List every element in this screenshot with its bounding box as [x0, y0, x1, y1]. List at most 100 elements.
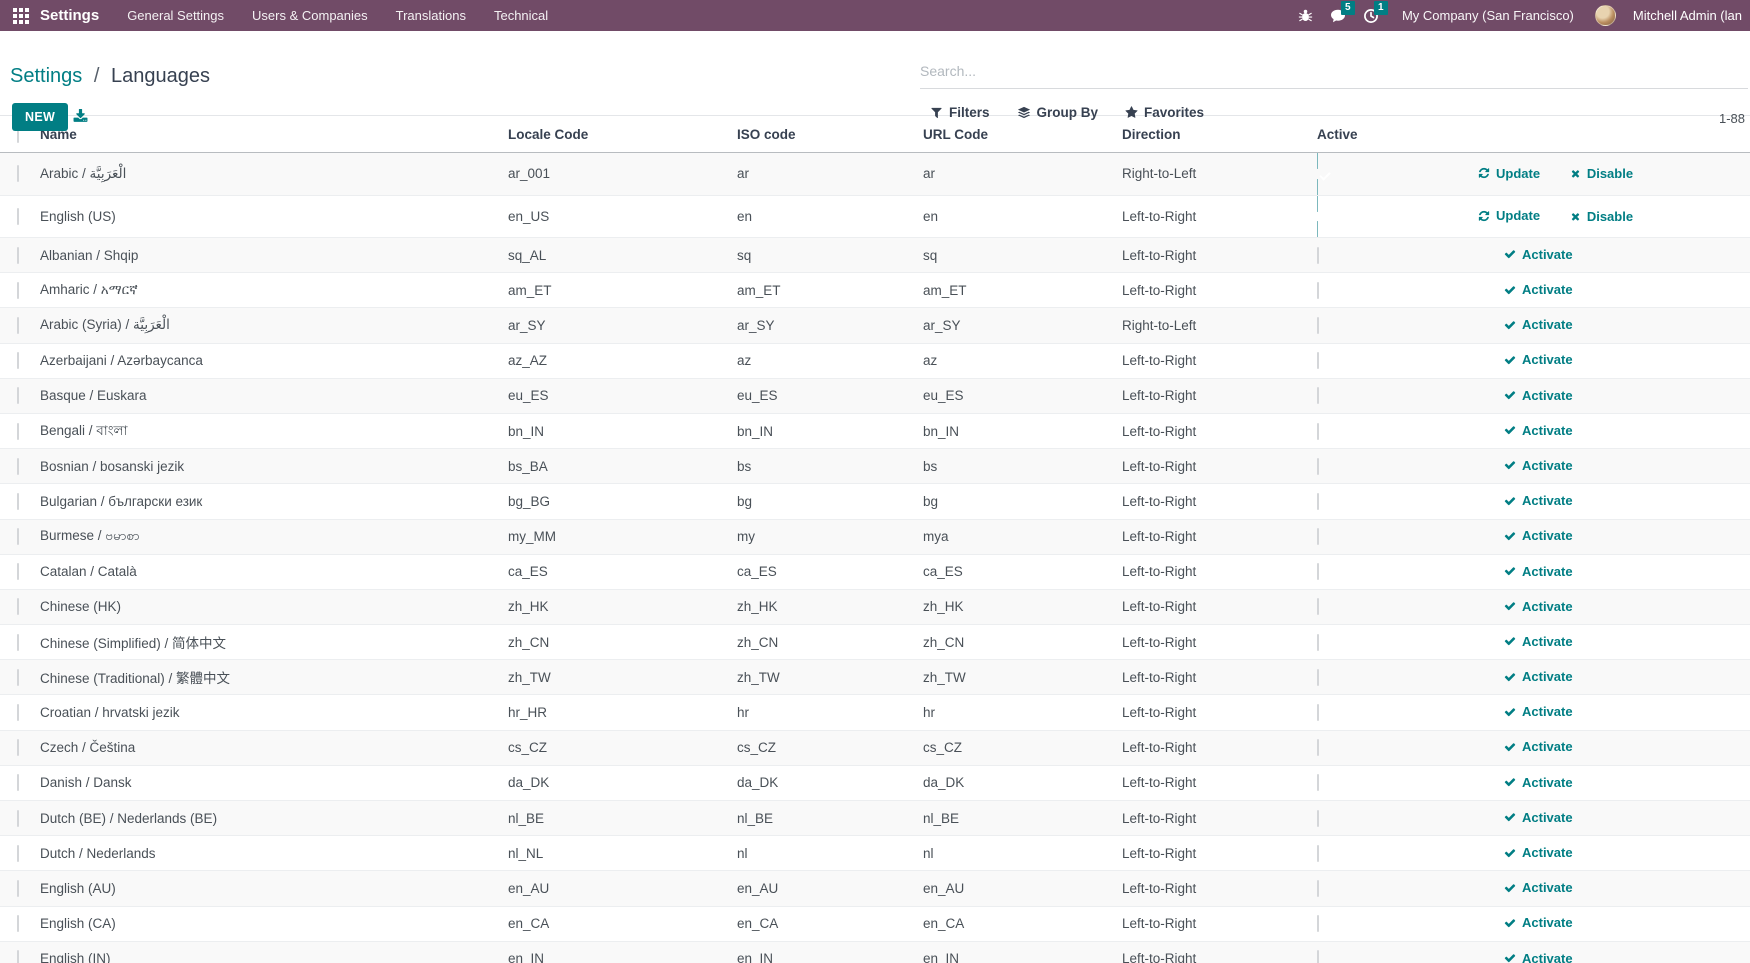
activate-button[interactable]: Activate: [1504, 352, 1573, 367]
table-row[interactable]: English (US) en_US en en Left-to-Right U…: [0, 195, 1750, 238]
url-code-cell[interactable]: ar_SY: [923, 308, 1122, 344]
direction-cell[interactable]: Left-to-Right: [1122, 344, 1317, 379]
iso-code-cell[interactable]: am_ET: [737, 273, 923, 309]
locale-code-cell[interactable]: am_ET: [508, 273, 737, 309]
menu-users-companies[interactable]: Users & Companies: [252, 8, 368, 23]
row-select-checkbox[interactable]: [17, 528, 19, 546]
active-cell[interactable]: [1317, 730, 1460, 766]
language-name-cell[interactable]: Albanian / Shqip: [40, 238, 508, 274]
url-code-cell[interactable]: zh_TW: [923, 660, 1122, 696]
row-select-cell[interactable]: [0, 196, 40, 238]
url-code-cell[interactable]: eu_ES: [923, 378, 1122, 414]
iso-code-cell[interactable]: da_DK: [737, 766, 923, 801]
active-cell[interactable]: [1317, 378, 1460, 414]
url-code-cell[interactable]: nl: [923, 836, 1122, 872]
active-checkbox[interactable]: [1317, 457, 1319, 475]
row-select-checkbox[interactable]: [17, 207, 19, 225]
row-select-cell[interactable]: [0, 555, 40, 590]
direction-cell[interactable]: Left-to-Right: [1122, 941, 1317, 963]
iso-code-cell[interactable]: ar: [737, 153, 923, 196]
url-code-cell[interactable]: en: [923, 196, 1122, 238]
active-checkbox[interactable]: [1317, 633, 1319, 651]
active-checkbox[interactable]: [1317, 950, 1319, 963]
active-checkbox[interactable]: [1317, 492, 1319, 510]
avatar[interactable]: [1594, 5, 1616, 26]
table-row[interactable]: Danish / Dansk da_DK da_DK da_DK Left-to…: [0, 766, 1750, 801]
user-menu[interactable]: Mitchell Admin (lan: [1633, 8, 1742, 23]
row-select-checkbox[interactable]: [17, 633, 19, 651]
locale-code-cell[interactable]: zh_CN: [508, 625, 737, 661]
locale-code-cell[interactable]: sq_AL: [508, 238, 737, 274]
table-row[interactable]: Dutch / Nederlands nl_NL nl nl Left-to-R…: [0, 836, 1750, 872]
language-name-cell[interactable]: Croatian / hrvatski jezik: [40, 695, 508, 731]
active-checkbox[interactable]: [1317, 915, 1319, 933]
row-select-cell[interactable]: [0, 907, 40, 942]
active-checkbox[interactable]: [1317, 563, 1319, 581]
activate-button[interactable]: Activate: [1504, 599, 1573, 614]
activate-button[interactable]: Activate: [1504, 247, 1573, 262]
active-checkbox[interactable]: [1317, 422, 1319, 440]
update-button[interactable]: Update: [1478, 208, 1540, 223]
direction-cell[interactable]: Left-to-Right: [1122, 801, 1317, 837]
active-cell[interactable]: [1317, 871, 1460, 907]
language-name-cell[interactable]: Arabic (Syria) / الْعَرَبِيَّة: [40, 308, 508, 344]
active-cell[interactable]: [1317, 414, 1460, 450]
table-row[interactable]: Bosnian / bosanski jezik bs_BA bs bs Lef…: [0, 449, 1750, 485]
activate-button[interactable]: Activate: [1504, 775, 1573, 790]
activate-button[interactable]: Activate: [1504, 704, 1573, 719]
locale-code-cell[interactable]: en_AU: [508, 871, 737, 907]
activate-button[interactable]: Activate: [1504, 739, 1573, 754]
table-row[interactable]: Bulgarian / български език bg_BG bg bg L…: [0, 484, 1750, 520]
language-name-cell[interactable]: Dutch / Nederlands: [40, 836, 508, 872]
active-cell[interactable]: [1317, 589, 1460, 626]
header-direction[interactable]: Direction: [1122, 115, 1317, 153]
activate-button[interactable]: Activate: [1504, 493, 1573, 508]
row-select-checkbox[interactable]: [17, 704, 19, 722]
language-name-cell[interactable]: Azerbaijani / Azərbaycanca: [40, 344, 508, 379]
active-cell[interactable]: [1317, 836, 1460, 872]
iso-code-cell[interactable]: bn_IN: [737, 414, 923, 450]
iso-code-cell[interactable]: en_AU: [737, 871, 923, 907]
table-row[interactable]: English (AU) en_AU en_AU en_AU Left-to-R…: [0, 871, 1750, 907]
locale-code-cell[interactable]: ar_SY: [508, 308, 737, 344]
row-select-cell[interactable]: [0, 941, 40, 963]
row-select-cell[interactable]: [0, 344, 40, 379]
iso-code-cell[interactable]: zh_CN: [737, 625, 923, 661]
menu-translations[interactable]: Translations: [396, 8, 466, 23]
table-row[interactable]: Bengali / বাংলা bn_IN bn_IN bn_IN Left-t…: [0, 414, 1750, 450]
active-cell[interactable]: [1317, 625, 1460, 661]
activate-button[interactable]: Activate: [1504, 564, 1573, 579]
iso-code-cell[interactable]: ar_SY: [737, 308, 923, 344]
activate-button[interactable]: Activate: [1504, 845, 1573, 860]
bug-icon[interactable]: [1298, 8, 1313, 23]
iso-code-cell[interactable]: my: [737, 519, 923, 555]
language-name-cell[interactable]: Bosnian / bosanski jezik: [40, 449, 508, 485]
direction-cell[interactable]: Left-to-Right: [1122, 414, 1317, 450]
table-row[interactable]: Croatian / hrvatski jezik hr_HR hr hr Le…: [0, 695, 1750, 731]
iso-code-cell[interactable]: en: [737, 196, 923, 238]
iso-code-cell[interactable]: nl_BE: [737, 801, 923, 837]
search-input[interactable]: [920, 63, 1748, 79]
language-name-cell[interactable]: Czech / Čeština: [40, 730, 508, 766]
header-name[interactable]: Name: [40, 115, 508, 153]
row-select-cell[interactable]: [0, 801, 40, 837]
new-button[interactable]: NEW: [12, 103, 69, 131]
active-cell[interactable]: [1317, 766, 1460, 801]
language-name-cell[interactable]: English (US): [40, 196, 508, 238]
locale-code-cell[interactable]: zh_TW: [508, 660, 737, 696]
url-code-cell[interactable]: bg: [923, 484, 1122, 520]
language-name-cell[interactable]: Chinese (Simplified) / 简体中文: [40, 625, 508, 661]
iso-code-cell[interactable]: zh_HK: [737, 589, 923, 626]
direction-cell[interactable]: Left-to-Right: [1122, 730, 1317, 766]
app-name[interactable]: Settings: [40, 7, 99, 24]
language-name-cell[interactable]: Chinese (HK): [40, 589, 508, 626]
url-code-cell[interactable]: en_CA: [923, 907, 1122, 942]
iso-code-cell[interactable]: hr: [737, 695, 923, 731]
iso-code-cell[interactable]: eu_ES: [737, 378, 923, 414]
row-select-checkbox[interactable]: [17, 563, 19, 581]
active-cell[interactable]: [1317, 660, 1460, 696]
active-checkbox[interactable]: [1317, 387, 1319, 405]
table-row[interactable]: Czech / Čeština cs_CZ cs_CZ cs_CZ Left-t…: [0, 730, 1750, 766]
direction-cell[interactable]: Left-to-Right: [1122, 378, 1317, 414]
row-select-cell[interactable]: [0, 484, 40, 520]
